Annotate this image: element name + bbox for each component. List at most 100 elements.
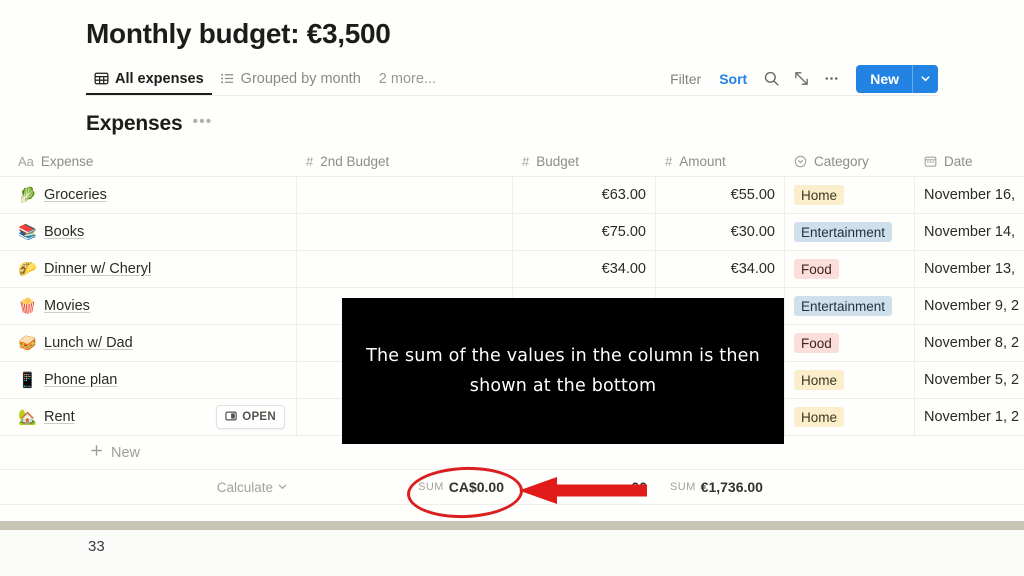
- cell-date[interactable]: November 9, 2: [915, 288, 1024, 324]
- cell-date[interactable]: November 16,: [915, 177, 1024, 213]
- view-bar-divider: [86, 95, 938, 96]
- footer-amount-sum-label: SUM: [670, 481, 696, 493]
- cell-date-value: November 16,: [924, 187, 1016, 203]
- caption-overlay: The sum of the values in the column is t…: [342, 298, 784, 444]
- new-button[interactable]: New: [856, 64, 938, 93]
- footer-2nd-budget-sum-label: SUM: [418, 481, 444, 493]
- row-title-label: Phone plan: [44, 372, 118, 388]
- row-title-label: Movies: [44, 298, 90, 314]
- table-row[interactable]: 🥬 Groceries €63.00 €55.00 Home November …: [0, 177, 1024, 214]
- cell-date[interactable]: November 14,: [915, 214, 1024, 250]
- filter-button[interactable]: Filter: [661, 71, 710, 87]
- cell-amount[interactable]: €30.00: [656, 214, 785, 250]
- footer-cell-2nd-budget[interactable]: SUM CA$0.00: [297, 470, 513, 504]
- sort-button[interactable]: Sort: [710, 71, 756, 87]
- cell-expense[interactable]: 🏡 Rent OPEN: [0, 399, 297, 435]
- cell-date-value: November 9, 2: [924, 298, 1020, 314]
- page-emoji-icon: 📱: [18, 371, 37, 389]
- open-page-label: OPEN: [242, 411, 276, 423]
- cell-category[interactable]: Entertainment: [785, 214, 915, 250]
- screenshot-root: Monthly budget: €3,500 All expenses Grou…: [0, 0, 1024, 576]
- column-header-date[interactable]: Date: [915, 146, 1024, 176]
- view-toolbar: Filter Sort New: [661, 62, 938, 95]
- add-new-row-label: New: [111, 444, 141, 461]
- column-header-expense[interactable]: Aa Expense: [0, 146, 297, 176]
- footer-2nd-budget-sum-value: CA$0.00: [448, 479, 504, 495]
- tab-more[interactable]: 2 more...: [369, 62, 444, 95]
- cell-category[interactable]: Home: [785, 177, 915, 213]
- more-horizontal-icon[interactable]: [816, 66, 846, 92]
- caption-text: The sum of the values in the column is t…: [366, 341, 760, 401]
- cell-expense[interactable]: 🥬 Groceries: [0, 177, 297, 213]
- column-header-2nd-budget[interactable]: # 2nd Budget: [297, 146, 513, 176]
- cell-budget[interactable]: €75.00: [513, 214, 656, 250]
- footer-cell-date[interactable]: [915, 470, 1024, 504]
- cell-budget-value: €63.00: [601, 187, 646, 203]
- row-title: 🌮 Dinner w/ Cheryl: [18, 261, 151, 277]
- table-icon: [94, 71, 109, 86]
- row-title: 🥪 Lunch w/ Dad: [18, 335, 133, 351]
- cell-expense[interactable]: 🥪 Lunch w/ Dad: [0, 325, 297, 361]
- cell-expense[interactable]: 🍿 Movies: [0, 288, 297, 324]
- calendar-icon: [924, 155, 937, 168]
- table-row[interactable]: 🌮 Dinner w/ Cheryl €34.00 €34.00 Food No…: [0, 251, 1024, 288]
- cell-amount[interactable]: €55.00: [656, 177, 785, 213]
- page-emoji-icon: 🍿: [18, 297, 37, 315]
- column-header-category[interactable]: Category: [785, 146, 915, 176]
- footer-cell-expense[interactable]: Calculate: [0, 470, 297, 504]
- status-badge: Entertainment: [794, 296, 893, 316]
- cell-category[interactable]: Home: [785, 362, 915, 398]
- cell-category[interactable]: Food: [785, 251, 915, 287]
- cell-budget-value: €34.00: [601, 261, 646, 277]
- page-emoji-icon: 📚: [18, 223, 37, 241]
- cell-date[interactable]: November 1, 2: [915, 399, 1024, 435]
- open-page-button[interactable]: OPEN: [216, 405, 285, 429]
- row-title-label: Rent: [44, 409, 75, 425]
- cell-expense[interactable]: 🌮 Dinner w/ Cheryl: [0, 251, 297, 287]
- cell-date[interactable]: November 8, 2: [915, 325, 1024, 361]
- database-options-icon[interactable]: •••: [192, 113, 212, 135]
- column-header-2nd-budget-label: 2nd Budget: [320, 153, 390, 169]
- footer-cell-amount[interactable]: SUM €1,736.00: [656, 470, 785, 504]
- select-icon: [794, 155, 807, 168]
- footer-amount-sum-value: €1,736.00: [700, 479, 763, 495]
- page-emoji-icon: 🥬: [18, 186, 37, 204]
- page-emoji-icon: 🌮: [18, 260, 37, 278]
- status-badge: Home: [794, 407, 845, 427]
- cell-amount-value: €30.00: [730, 224, 775, 240]
- row-title-label: Lunch w/ Dad: [44, 335, 133, 351]
- cell-2nd-budget[interactable]: [297, 177, 513, 213]
- footer-cell-budget[interactable]: 00: [513, 470, 656, 504]
- row-title: 🏡 Rent: [18, 409, 75, 425]
- page-number: 33: [88, 538, 105, 555]
- cell-budget[interactable]: €34.00: [513, 251, 656, 287]
- cell-expense[interactable]: 📱 Phone plan: [0, 362, 297, 398]
- cell-category[interactable]: Entertainment: [785, 288, 915, 324]
- cell-expense[interactable]: 📚 Books: [0, 214, 297, 250]
- expand-icon[interactable]: [786, 66, 816, 92]
- column-header-budget[interactable]: # Budget: [513, 146, 656, 176]
- tab-all-expenses[interactable]: All expenses: [86, 62, 212, 95]
- cell-date-value: November 1, 2: [924, 409, 1020, 425]
- table-row[interactable]: 📚 Books €75.00 €30.00 Entertainment Nove…: [0, 214, 1024, 251]
- cell-2nd-budget[interactable]: [297, 214, 513, 250]
- row-title-label: Books: [44, 224, 85, 240]
- column-header-amount[interactable]: # Amount: [656, 146, 785, 176]
- cell-date[interactable]: November 5, 2: [915, 362, 1024, 398]
- cell-amount[interactable]: €34.00: [656, 251, 785, 287]
- cell-budget-value: €75.00: [601, 224, 646, 240]
- calculate-dropdown[interactable]: Calculate: [217, 480, 288, 495]
- chevron-down-icon[interactable]: [913, 65, 938, 93]
- text-type-icon: Aa: [18, 153, 34, 169]
- cell-budget[interactable]: €63.00: [513, 177, 656, 213]
- cell-category[interactable]: Food: [785, 325, 915, 361]
- cell-date[interactable]: November 13,: [915, 251, 1024, 287]
- tab-grouped-by-month[interactable]: Grouped by month: [212, 62, 369, 95]
- calculate-label: Calculate: [216, 479, 273, 495]
- search-icon[interactable]: [756, 66, 786, 92]
- cell-category[interactable]: Home: [785, 399, 915, 435]
- cell-2nd-budget[interactable]: [297, 251, 513, 287]
- cell-date-value: November 13,: [924, 261, 1016, 277]
- footer-cell-category[interactable]: [785, 470, 915, 504]
- column-header-date-label: Date: [944, 153, 973, 169]
